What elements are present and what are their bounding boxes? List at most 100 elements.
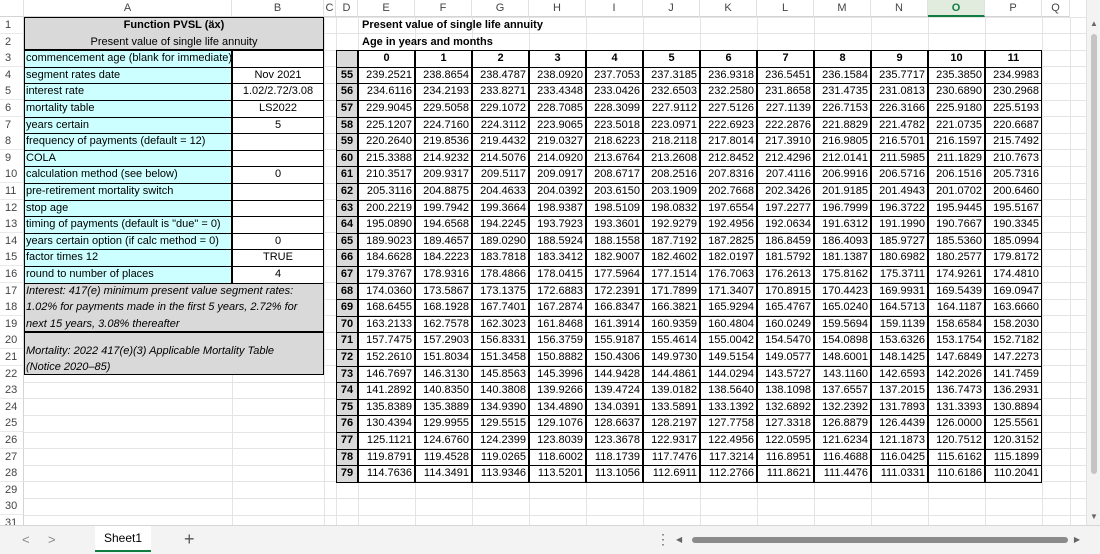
annuity-value[interactable]: 152.2610 (358, 349, 415, 365)
annuity-value[interactable]: 148.6001 (814, 349, 871, 365)
annuity-value[interactable]: 165.0240 (814, 299, 871, 315)
annuity-value[interactable]: 121.6234 (814, 432, 871, 448)
row-header-21[interactable]: 21 (0, 349, 24, 366)
annuity-value[interactable]: 124.6760 (415, 432, 472, 448)
annuity-value[interactable]: 122.4956 (700, 432, 757, 448)
annuity-value[interactable]: 223.0971 (643, 117, 700, 133)
annuity-value[interactable]: 146.3130 (415, 366, 472, 382)
annuity-value[interactable]: 134.0391 (586, 399, 643, 415)
annuity-value[interactable]: 121.1873 (871, 432, 928, 448)
annuity-value[interactable]: 156.8331 (472, 332, 529, 348)
annuity-value[interactable]: 174.9261 (928, 266, 985, 282)
annuity-value[interactable]: 183.3412 (529, 249, 586, 265)
row-header-14[interactable]: 14 (0, 232, 24, 250)
annuity-value[interactable]: 212.8452 (700, 150, 757, 166)
row-header-1[interactable]: 1 (0, 17, 24, 34)
annuity-value[interactable]: 137.2015 (871, 382, 928, 398)
annuity-value[interactable]: 177.1514 (643, 266, 700, 282)
annuity-value[interactable]: 231.0813 (871, 83, 928, 99)
annuity-value[interactable]: 159.5694 (814, 316, 871, 332)
annuity-value[interactable]: 225.9180 (928, 100, 985, 116)
annuity-value[interactable]: 152.7182 (985, 332, 1042, 348)
annuity-value[interactable]: 140.3808 (472, 382, 529, 398)
annuity-value[interactable]: 160.4804 (700, 316, 757, 332)
annuity-value[interactable]: 181.5792 (757, 249, 814, 265)
column-header-P[interactable]: P (985, 0, 1042, 17)
annuity-value[interactable]: 234.2193 (415, 83, 472, 99)
row-header-29[interactable]: 29 (0, 481, 24, 499)
row-header-10[interactable]: 10 (0, 166, 24, 184)
annuity-value[interactable]: 136.2931 (985, 382, 1042, 398)
row-header-19[interactable]: 19 (0, 315, 24, 333)
annuity-value[interactable]: 145.3996 (529, 366, 586, 382)
column-header-A[interactable]: A (24, 0, 232, 17)
annuity-value[interactable]: 116.8951 (757, 449, 814, 465)
annuity-value[interactable]: 227.1139 (757, 100, 814, 116)
annuity-value[interactable]: 196.7999 (814, 200, 871, 216)
annuity-value[interactable]: 205.7316 (985, 166, 1042, 182)
annuity-value[interactable]: 122.0595 (757, 432, 814, 448)
annuity-value[interactable]: 224.7160 (415, 117, 472, 133)
annuity-value[interactable]: 178.4866 (472, 266, 529, 282)
annuity-value[interactable]: 180.2577 (928, 249, 985, 265)
annuity-value[interactable]: 216.1597 (928, 133, 985, 149)
annuity-value[interactable]: 175.3711 (871, 266, 928, 282)
annuity-value[interactable]: 202.3426 (757, 183, 814, 199)
annuity-value[interactable]: 119.0265 (472, 449, 529, 465)
annuity-value[interactable]: 190.7667 (928, 216, 985, 232)
annuity-value[interactable]: 225.1207 (358, 117, 415, 133)
annuity-value[interactable]: 221.0735 (928, 117, 985, 133)
annuity-value[interactable]: 150.4306 (586, 349, 643, 365)
annuity-value[interactable]: 233.0426 (586, 83, 643, 99)
annuity-value[interactable]: 230.6890 (928, 83, 985, 99)
column-header-B[interactable]: B (232, 0, 324, 17)
row-header-23[interactable]: 23 (0, 382, 24, 400)
annuity-value[interactable]: 198.5109 (586, 200, 643, 216)
row-header-7[interactable]: 7 (0, 116, 24, 134)
annuity-value[interactable]: 113.5201 (529, 465, 586, 481)
annuity-value[interactable]: 206.5716 (871, 166, 928, 182)
annuity-value[interactable]: 200.6460 (985, 183, 1042, 199)
annuity-value[interactable]: 214.9232 (415, 150, 472, 166)
annuity-value[interactable]: 132.2392 (814, 399, 871, 415)
annuity-value[interactable]: 165.9294 (700, 299, 757, 315)
annuity-value[interactable]: 239.2521 (358, 67, 415, 83)
annuity-value[interactable]: 148.1425 (871, 349, 928, 365)
annuity-value[interactable]: 156.3759 (529, 332, 586, 348)
annuity-value[interactable]: 173.5867 (415, 283, 472, 299)
row-header-20[interactable]: 20 (0, 332, 24, 350)
annuity-value[interactable]: 151.8034 (415, 349, 472, 365)
annuity-value[interactable]: 227.5126 (700, 100, 757, 116)
row-header-26[interactable]: 26 (0, 432, 24, 449)
row-header-11[interactable]: 11 (0, 183, 24, 200)
annuity-value[interactable]: 111.8621 (757, 465, 814, 481)
annuity-value[interactable]: 155.4614 (643, 332, 700, 348)
annuity-value[interactable]: 229.1072 (472, 100, 529, 116)
annuity-value[interactable]: 198.0832 (643, 200, 700, 216)
annuity-value[interactable]: 216.9805 (814, 133, 871, 149)
row-header-13[interactable]: 13 (0, 216, 24, 234)
horizontal-scroll-thumb[interactable] (692, 537, 1068, 543)
annuity-value[interactable]: 178.0415 (529, 266, 586, 282)
annuity-value[interactable]: 190.3345 (985, 216, 1042, 232)
row-header-15[interactable]: 15 (0, 249, 24, 267)
annuity-value[interactable]: 150.8882 (529, 349, 586, 365)
annuity-value[interactable]: 212.4296 (757, 150, 814, 166)
annuity-value[interactable]: 154.0898 (814, 332, 871, 348)
column-header-F[interactable]: F (415, 0, 472, 17)
annuity-value[interactable]: 159.1139 (871, 316, 928, 332)
row-header-3[interactable]: 3 (0, 50, 24, 68)
annuity-value[interactable]: 199.3664 (472, 200, 529, 216)
vertical-scroll-thumb[interactable] (1091, 34, 1097, 474)
annuity-value[interactable]: 133.1392 (700, 399, 757, 415)
annuity-value[interactable]: 192.0634 (757, 216, 814, 232)
row-header-31[interactable]: 31 (0, 515, 24, 525)
annuity-value[interactable]: 126.4439 (871, 415, 928, 431)
annuity-value[interactable]: 142.2026 (928, 366, 985, 382)
annuity-value[interactable]: 201.0702 (928, 183, 985, 199)
annuity-value[interactable]: 206.9916 (814, 166, 871, 182)
annuity-value[interactable]: 218.2118 (643, 133, 700, 149)
annuity-value[interactable]: 175.8162 (814, 266, 871, 282)
annuity-value[interactable]: 185.5360 (928, 233, 985, 249)
row-header-28[interactable]: 28 (0, 465, 24, 483)
